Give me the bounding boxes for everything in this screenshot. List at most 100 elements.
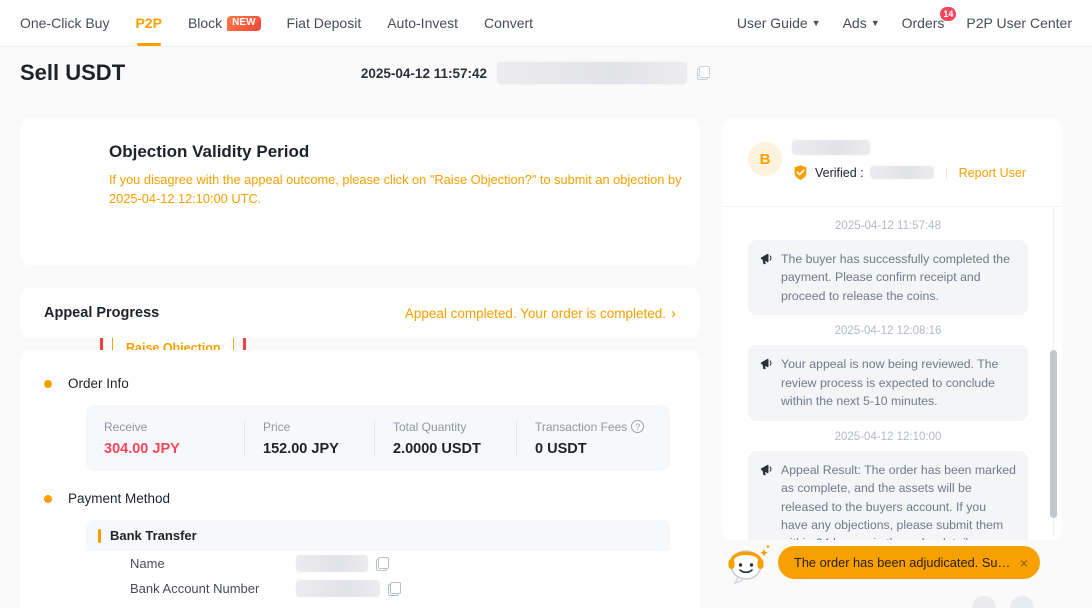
nav-orders[interactable]: Orders 14 (902, 15, 945, 31)
copy-icon[interactable] (376, 557, 389, 571)
bullet-dot-icon (44, 380, 52, 388)
report-user-link[interactable]: Report User (959, 166, 1026, 180)
adjudication-toast: The order has been adjudicated. Submi...… (722, 543, 1062, 583)
nav-one-click-buy[interactable]: One-Click Buy (20, 0, 109, 46)
chat-message: The buyer has successfully completed the… (748, 240, 1028, 315)
verified-row: Verified : Report User (792, 164, 1026, 181)
receive-column: Receive 304.00 JPY (86, 420, 244, 457)
nav-p2p[interactable]: P2P (135, 0, 161, 46)
order-info-box: Receive 304.00 JPY Price 152.00 JPY Tota… (86, 405, 670, 471)
chat-header: B Verified : Report User (722, 118, 1062, 206)
announcement-icon (760, 357, 774, 371)
chat-message-list[interactable]: 2025-04-12 11:57:48 The buyer has succes… (722, 206, 1062, 540)
verified-label: Verified : (815, 166, 864, 180)
price-column: Price 152.00 JPY (244, 420, 374, 457)
payment-method-section-header: Payment Method (44, 491, 170, 506)
objection-title: Objection Validity Period (109, 142, 684, 162)
verified-shield-icon (792, 164, 809, 181)
announcement-icon (760, 252, 774, 266)
chat-timestamp: 2025-04-12 12:10:00 (748, 431, 1028, 443)
divider (946, 167, 947, 179)
order-number-redacted (497, 62, 687, 84)
new-badge: NEW (227, 16, 260, 31)
quantity-label: Total Quantity (393, 420, 498, 434)
nav-block[interactable]: Block NEW (188, 0, 261, 46)
appeal-status-link[interactable]: Appeal completed. Your order is complete… (405, 306, 676, 321)
chat-message: Appeal Result: The order has been marked… (748, 451, 1028, 540)
user-guide-label: User Guide (737, 15, 808, 31)
top-navigation: One-Click Buy P2P Block NEW Fiat Deposit… (0, 0, 1092, 47)
chat-timestamp: 2025-04-12 12:08:16 (748, 325, 1028, 337)
orders-count-badge: 14 (939, 6, 957, 22)
order-meta: 2025-04-12 11:57:42 (361, 62, 710, 84)
chat-message-text: Appeal Result: The order has been marked… (781, 461, 1016, 540)
announcement-icon (760, 463, 774, 477)
chat-panel: B Verified : Report User 2025-04-12 11:5… (722, 118, 1062, 540)
nav-fiat-deposit[interactable]: Fiat Deposit (287, 0, 362, 46)
page-header: Sell USDT 2025-04-12 11:57:42 (20, 60, 710, 86)
payment-fields: Name Bank Account Number (86, 551, 670, 601)
bank-transfer-header: Bank Transfer (86, 520, 670, 551)
order-detail-card: Order Info Receive 304.00 JPY Price 152.… (20, 350, 700, 608)
verified-value-redacted (870, 166, 934, 179)
fees-column: Transaction Fees ? 0 USDT (516, 420, 670, 457)
bullet-dot-icon (44, 495, 52, 503)
copy-icon[interactable] (388, 582, 401, 596)
price-label: Price (263, 420, 356, 434)
orders-label: Orders (902, 15, 945, 31)
quantity-value: 2.0000 USDT (393, 441, 498, 457)
appeal-progress-label: Appeal Progress (44, 305, 159, 321)
appeal-progress-card: Appeal Progress Appeal completed. Your o… (20, 288, 700, 338)
quantity-column: Total Quantity 2.0000 USDT (374, 420, 516, 457)
chevron-down-icon: ▼ (871, 18, 880, 28)
appeal-status-text: Appeal completed. Your order is complete… (405, 306, 666, 321)
chevron-down-icon: ▼ (812, 18, 821, 28)
bank-account-number-label: Bank Account Number (130, 581, 296, 596)
ads-label: Ads (843, 15, 867, 31)
price-value: 152.00 JPY (263, 441, 356, 457)
hidden-action-circle[interactable] (972, 596, 996, 608)
copy-icon[interactable] (697, 66, 710, 80)
toast-pill: The order has been adjudicated. Submi...… (778, 546, 1040, 579)
toast-message: The order has been adjudicated. Submi... (794, 555, 1012, 570)
accent-bar (98, 529, 101, 543)
payment-name-row: Name (86, 551, 670, 576)
nav-p2p-user-center[interactable]: P2P User Center (966, 15, 1072, 31)
nav-ads[interactable]: Ads ▼ (843, 15, 880, 31)
scrollbar-thumb[interactable] (1050, 350, 1057, 518)
objection-description: If you disagree with the appeal outcome,… (109, 171, 684, 208)
nav-convert[interactable]: Convert (484, 0, 533, 46)
nav-left: One-Click Buy P2P Block NEW Fiat Deposit… (20, 0, 533, 46)
counterparty-avatar[interactable]: B (748, 142, 782, 176)
nav-block-label: Block (188, 15, 222, 31)
name-value-redacted (296, 555, 368, 572)
chat-timestamp: 2025-04-12 11:57:48 (748, 220, 1028, 232)
chevron-right-icon: › (671, 306, 676, 321)
nav-user-guide[interactable]: User Guide ▼ (737, 15, 821, 31)
chat-message-text: Your appeal is now being reviewed. The r… (781, 355, 1016, 410)
account-value-redacted (296, 580, 380, 597)
bank-transfer-label: Bank Transfer (110, 528, 197, 543)
fees-label: Transaction Fees (535, 420, 627, 434)
counterparty-name-redacted (792, 140, 870, 155)
chat-message-text: The buyer has successfully completed the… (781, 250, 1016, 305)
receive-value: 304.00 JPY (104, 441, 226, 457)
nav-right: User Guide ▼ Ads ▼ Orders 14 P2P User Ce… (737, 15, 1072, 31)
name-label: Name (130, 556, 296, 571)
close-icon[interactable]: × (1020, 555, 1028, 571)
page-title: Sell USDT (20, 60, 125, 86)
support-mascot-icon (726, 543, 770, 585)
hidden-action-circle[interactable] (1010, 596, 1034, 608)
nav-auto-invest[interactable]: Auto-Invest (387, 0, 458, 46)
objection-body: Objection Validity Period If you disagre… (109, 142, 684, 208)
payment-method-label: Payment Method (68, 491, 170, 506)
order-created-time: 2025-04-12 11:57:42 (361, 66, 487, 81)
receive-label: Receive (104, 420, 226, 434)
payment-account-row: Bank Account Number (86, 576, 670, 601)
chat-message: Your appeal is now being reviewed. The r… (748, 345, 1028, 420)
order-info-label: Order Info (68, 376, 129, 391)
objection-validity-card: ! Objection Validity Period If you disag… (20, 118, 700, 265)
help-icon[interactable]: ? (631, 420, 644, 433)
fees-value: 0 USDT (535, 441, 652, 457)
order-info-section-header: Order Info (44, 376, 129, 391)
